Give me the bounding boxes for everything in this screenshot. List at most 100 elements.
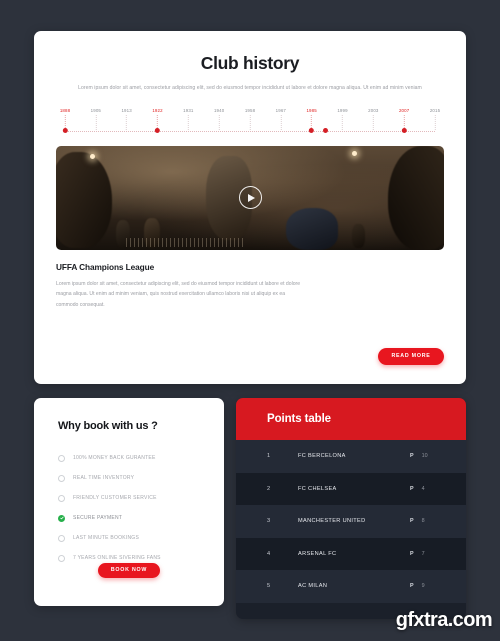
points-label: P bbox=[410, 583, 414, 590]
club-history-card: Club history Lorem ipsum dolor sit amet,… bbox=[34, 31, 466, 384]
table-cell-rank: 4 bbox=[267, 550, 271, 557]
table-cell-points: P4 bbox=[410, 486, 466, 492]
points-table-body: 1 FC BERCELONA P 10 2 FC CHELSEA P 4 3 MANCHESTER… bbox=[236, 440, 466, 603]
table-cell-points: P9 bbox=[410, 583, 466, 589]
timeline-tick bbox=[218, 114, 220, 130]
why-book-item[interactable]: LAST MINUTE BOOKINGS bbox=[58, 528, 224, 548]
timeline-year-label: 1999 bbox=[337, 107, 348, 113]
timeline-tick bbox=[434, 114, 436, 130]
timeline-year-label: 1967 bbox=[275, 107, 287, 113]
play-icon[interactable] bbox=[238, 186, 262, 210]
history-timeline[interactable]: 1888 1905 1913 1922 1931 1940 1958 1967 1985 1999… bbox=[60, 107, 440, 138]
table-cell-points: P7 bbox=[410, 551, 466, 557]
timeline-marker-dot bbox=[155, 127, 160, 133]
timeline-node-1913[interactable]: 1913 bbox=[121, 107, 132, 130]
timeline-node-1940[interactable]: 1940 bbox=[214, 108, 224, 130]
timeline-marker-dot bbox=[309, 127, 315, 133]
why-book-title: Why book with us ? bbox=[58, 420, 158, 432]
timeline-node-1888[interactable]: 1888 bbox=[59, 107, 71, 133]
timeline-year-label: 2007 bbox=[398, 107, 410, 113]
photo-stadium-light-left bbox=[90, 153, 95, 159]
empty-circle-icon[interactable] bbox=[58, 454, 65, 462]
timeline-year-label: 1958 bbox=[244, 107, 256, 113]
watermark: gfxtra.com bbox=[395, 609, 493, 631]
why-book-item[interactable]: 100% MONEY BACK GURANTEE bbox=[58, 448, 224, 468]
empty-circle-icon[interactable] bbox=[58, 554, 65, 562]
timeline-tick bbox=[126, 114, 128, 130]
history-subtitle: Lorem ipsum dolor sit amet, consectetur … bbox=[78, 85, 422, 91]
table-cell-team: FC BERCELONA bbox=[298, 453, 346, 460]
table-cell-team: FC CHELSEA bbox=[298, 485, 337, 492]
table-row[interactable]: 3 MANCHESTER UNITED P 8 bbox=[236, 505, 466, 538]
why-book-card: Why book with us ? 100% MONEY BACK GURAN… bbox=[34, 398, 224, 606]
table-cell-rank: 2 bbox=[267, 485, 271, 492]
timeline-node-1985[interactable]: 1985 bbox=[306, 107, 317, 133]
table-cell-team: ARSENAL FC bbox=[298, 550, 337, 557]
timeline-year-label: 1985 bbox=[306, 107, 317, 113]
points-value: 8 bbox=[421, 518, 425, 525]
timeline-node-1931[interactable]: 1931 bbox=[183, 108, 193, 130]
why-book-item-label: 7 YEARS ONLINE SIVERING FANS bbox=[73, 555, 161, 561]
photo-player-second bbox=[286, 207, 338, 250]
points-table-card: Points table 1 FC BERCELONA P 10 2 FC CHELSEA… bbox=[236, 398, 466, 619]
table-cell-rank: 5 bbox=[267, 583, 271, 590]
check-icon bbox=[59, 516, 64, 520]
points-label: P bbox=[410, 550, 414, 557]
video-player[interactable] bbox=[56, 145, 444, 250]
timeline-tick bbox=[372, 114, 374, 130]
timeline-tick bbox=[95, 114, 97, 130]
video-caption: UFFA Champions League Lorem ipsum dolor … bbox=[56, 262, 444, 310]
points-label: P bbox=[410, 485, 414, 492]
empty-circle-icon[interactable] bbox=[58, 534, 65, 542]
timeline-tick bbox=[187, 114, 189, 130]
timeline-node-2003[interactable]: 2003 bbox=[368, 108, 378, 130]
read-more-button[interactable]: READ MORE bbox=[378, 348, 444, 365]
why-book-item[interactable]: REAL TIME INVENTORY bbox=[58, 468, 224, 488]
timeline-year-label: 1931 bbox=[183, 107, 194, 113]
timeline-tick bbox=[342, 114, 343, 130]
timeline-year-label: 1905 bbox=[90, 107, 102, 113]
empty-circle-icon[interactable] bbox=[58, 494, 65, 502]
checked-circle-icon[interactable] bbox=[58, 514, 65, 522]
play-triangle bbox=[247, 193, 255, 202]
timeline-year-label: 1913 bbox=[121, 107, 132, 113]
timeline-node-1905[interactable]: 1905 bbox=[91, 108, 101, 130]
video-title: UFFA Champions League bbox=[56, 261, 155, 272]
timeline-tick bbox=[280, 114, 282, 130]
timeline-marker-dot bbox=[62, 127, 68, 133]
table-row[interactable]: 1 FC BERCELONA P 10 bbox=[236, 440, 466, 473]
why-book-item[interactable]: FRIENDLY CUSTOMER SERVICE bbox=[58, 488, 224, 508]
timeline-node-2015[interactable]: 2015 bbox=[430, 108, 440, 130]
table-cell-rank: 1 bbox=[267, 453, 271, 460]
points-value: 4 bbox=[421, 485, 425, 492]
table-row[interactable]: 4 ARSENAL FC P 7 bbox=[236, 537, 466, 570]
why-book-item[interactable]: SECURE PAYMENT bbox=[58, 508, 224, 528]
points-label: P bbox=[410, 453, 414, 460]
timeline-year-label: 1940 bbox=[213, 107, 225, 113]
table-row[interactable]: 2 FC CHELSEA P 4 bbox=[236, 472, 466, 505]
points-value: 10 bbox=[421, 453, 428, 460]
table-cell-team: AC MILAN bbox=[298, 583, 328, 590]
page-root: Club history Lorem ipsum dolor sit amet,… bbox=[0, 0, 500, 641]
timeline-tick bbox=[249, 114, 251, 130]
video-description: Lorem ipsum dolor sit amet, consectetur … bbox=[56, 280, 301, 308]
points-table-title: Points table bbox=[267, 413, 331, 425]
table-row[interactable]: 5 AC MILAN P 9 bbox=[236, 570, 466, 603]
timeline-marker-dot bbox=[401, 127, 407, 133]
table-cell-points: P8 bbox=[410, 518, 466, 524]
book-now-button[interactable]: BOOK NOW bbox=[98, 563, 160, 578]
timeline-node-1958[interactable]: 1958 bbox=[245, 108, 255, 130]
timeline-node-1922[interactable]: 1922 bbox=[152, 108, 163, 133]
photo-foreground-hand-left bbox=[56, 151, 112, 248]
timeline-year-label: 2015 bbox=[429, 107, 441, 113]
timeline-node-1967[interactable]: 1967 bbox=[276, 108, 286, 130]
timeline-node-2007[interactable]: 2007 bbox=[398, 107, 410, 133]
points-table-header: Points table bbox=[236, 398, 466, 440]
why-book-item-label: LAST MINUTE BOOKINGS bbox=[73, 535, 140, 541]
timeline-year-label: 1888 bbox=[59, 107, 71, 113]
why-book-item-label: REAL TIME INVENTORY bbox=[73, 475, 135, 481]
why-book-item-label: FRIENDLY CUSTOMER SERVICE bbox=[73, 495, 157, 501]
timeline-year-label: 2003 bbox=[368, 107, 379, 113]
timeline-node-1999[interactable]: 1999 bbox=[337, 107, 348, 130]
empty-circle-icon[interactable] bbox=[58, 474, 65, 482]
